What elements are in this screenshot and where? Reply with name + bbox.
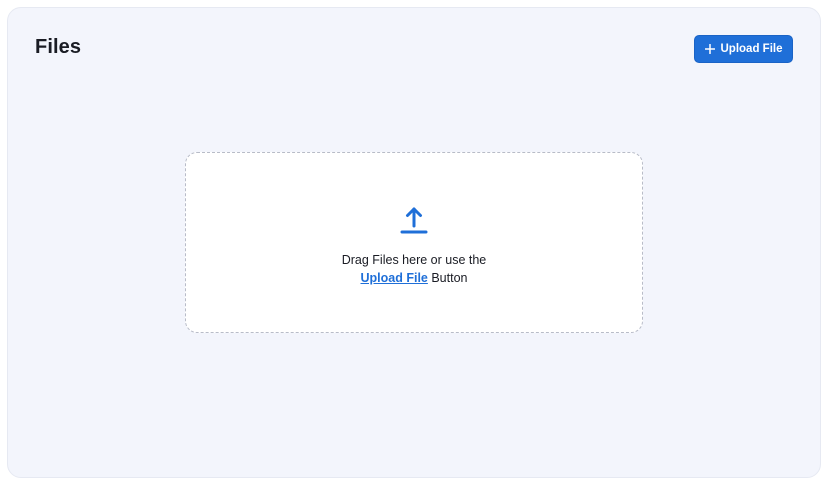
dropzone-line-2-suffix: Button (427, 271, 468, 285)
dropzone-instructions: Drag Files here or use the Upload File B… (186, 251, 642, 287)
dropzone-line-1: Drag Files here or use the (341, 253, 487, 267)
upload-arrow-icon (400, 204, 428, 238)
upload-file-button-label: Upload File (720, 43, 783, 55)
dropzone-line-2: Upload File Button (186, 269, 642, 287)
upload-file-button[interactable]: Upload File (694, 35, 793, 63)
page-title: Files (35, 36, 82, 58)
plus-icon (704, 44, 715, 54)
dropzone-upload-link[interactable]: Upload File (361, 271, 428, 285)
files-panel: Files Upload File Drag Files here or use… (7, 7, 821, 478)
file-dropzone[interactable]: Drag Files here or use the Upload File B… (185, 152, 643, 333)
files-header: Files Upload File (8, 8, 820, 92)
